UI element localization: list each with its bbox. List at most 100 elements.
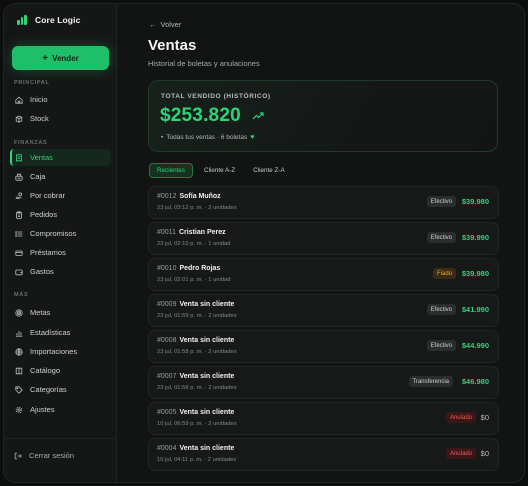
sidebar-item-inicio[interactable]: Inicio (10, 91, 111, 108)
sale-row[interactable]: #0004 Venta sin cliente 10 jul, 04:11 p. m… (148, 438, 499, 471)
brand-name: Core Logic (35, 15, 81, 25)
logout-icon (14, 452, 22, 460)
sale-amount: $39.980 (461, 269, 489, 278)
hand-coin-icon (15, 192, 23, 200)
sidebar-item-label: Catálogo (30, 366, 61, 375)
cash-register-icon (15, 173, 23, 181)
home-icon (15, 96, 23, 104)
sidebar-divider (4, 438, 117, 439)
sidebar-item-catalogo[interactable]: Catálogo (10, 362, 111, 379)
sidebar-item-prestamos[interactable]: Préstamos (10, 244, 111, 261)
sale-customer: Venta sin cliente (179, 301, 235, 308)
sale-title: #0011 Cristian Perez (157, 229, 226, 236)
sale-row[interactable]: #0008 Venta sin cliente 23 jul, 01:58 p. m… (148, 330, 499, 363)
sale-number: #0008 (157, 337, 177, 344)
sale-amount: $0 (480, 449, 489, 458)
sort-tabs: Recientes Cliente A-Z Cliente Z-A (149, 163, 292, 178)
sidebar-item-label: Ventas (30, 153, 53, 162)
payment-method-badge: Transferencia (408, 376, 453, 387)
total-sold-note: • Todas tus ventas · 6 boletas ♥ (161, 134, 254, 141)
sale-row[interactable]: #0010 Pedro Rojas 23 jul, 02:01 p. m. · 1 … (148, 258, 499, 291)
sidebar-item-por-cobrar[interactable]: Por cobrar (10, 187, 111, 204)
sale-title: #0010 Pedro Rojas (157, 265, 220, 272)
sale-row[interactable]: #0005 Venta sin cliente 10 jul, 06:59 p. m… (148, 402, 499, 435)
sale-meta: 10 jul, 04:11 p. m. · 2 unidades (157, 457, 237, 463)
sale-customer: Cristian Perez (178, 229, 226, 236)
arrow-left-icon: ← (149, 20, 157, 29)
sale-meta: 10 jul, 06:59 p. m. · 2 unidades (157, 421, 237, 427)
sale-customer: Pedro Rojas (179, 265, 221, 272)
sale-number: #0011 (157, 229, 176, 236)
sale-title: #0005 Venta sin cliente (157, 409, 234, 416)
sidebar-item-ajustes[interactable]: Ajustes (10, 401, 111, 418)
list-icon (15, 230, 23, 238)
tab-cliente-a-z[interactable]: Cliente A-Z (197, 163, 242, 178)
sidebar-item-estadisticas[interactable]: Estadísticas (10, 324, 111, 341)
back-label: Volver (160, 20, 182, 29)
sale-row[interactable]: #0009 Venta sin cliente 23 jul, 01:59 p. m… (148, 294, 499, 327)
sidebar-item-label: Gastos (30, 267, 54, 276)
total-sold-label: TOTAL VENDIDO (HISTÓRICO) (161, 93, 271, 100)
payment-method-badge: Efectivo (426, 340, 456, 351)
sidebar-item-importaciones[interactable]: Importaciones (10, 343, 111, 360)
logout-button[interactable]: Cerrar sesión (14, 451, 74, 460)
sale-row[interactable]: #0007 Venta sin cliente 23 jul, 01:58 p. m… (148, 366, 499, 399)
section-label-principal: PRINCIPAL (14, 80, 50, 86)
heart-icon: ♥ (250, 134, 255, 141)
sale-title: #0007 Venta sin cliente (157, 373, 234, 380)
back-link[interactable]: ← Volver (149, 20, 181, 29)
sale-amount: $44.990 (461, 341, 489, 350)
sidebar-item-label: Estadísticas (30, 328, 71, 337)
total-sold-value: $253.820 (160, 105, 241, 126)
sidebar-item-label: Importaciones (30, 347, 78, 356)
sidebar-item-ventas[interactable]: Ventas (10, 149, 111, 166)
wallet-icon (15, 268, 23, 276)
payment-method-badge: Efectivo (426, 196, 456, 207)
sale-amount: $46.980 (461, 377, 489, 386)
total-sold-card: TOTAL VENDIDO (HISTÓRICO) $253.820 • Tod… (148, 80, 498, 152)
total-sold-note-text: Todas tus ventas · 6 boletas (166, 134, 248, 141)
sidebar-item-categorias[interactable]: Categorías (10, 381, 111, 398)
globe-icon (15, 347, 23, 356)
section-label-mas: MÁS (14, 292, 29, 298)
app-window: Core Logic + Vender PRINCIPAL Inicio Stoc… (3, 3, 525, 483)
payment-method-badge: Fiado (432, 268, 456, 279)
main-content: ← Volver Ventas Historial de boletas y a… (117, 4, 524, 482)
sale-customer: Sofía Muñoz (179, 193, 221, 200)
sale-row[interactable]: #0012 Sofía Muñoz 23 jul, 03:12 p. m. · 2 … (148, 186, 499, 219)
sidebar-item-stock[interactable]: Stock (10, 110, 111, 127)
payment-method-badge: Anulado (445, 412, 476, 423)
tab-cliente-z-a[interactable]: Cliente Z-A (246, 163, 292, 178)
sale-customer: Venta sin cliente (179, 409, 235, 416)
section-label-finanzas: FINANZAS (14, 140, 48, 146)
tag-icon (15, 385, 23, 394)
sidebar-item-label: Pedidos (30, 210, 58, 219)
sidebar-item-gastos[interactable]: Gastos (10, 263, 111, 280)
brand[interactable]: Core Logic (17, 15, 80, 25)
sell-button[interactable]: + Vender (12, 46, 109, 70)
sale-amount: $41.990 (461, 305, 489, 314)
sidebar-item-caja[interactable]: Caja (10, 168, 111, 185)
sidebar-item-label: Compromisos (30, 229, 77, 238)
page-title: Ventas (148, 37, 197, 54)
sidebar-item-compromisos[interactable]: Compromisos (10, 225, 111, 242)
clipboard-icon (15, 210, 23, 219)
sale-amount: $0 (480, 413, 489, 422)
sidebar-item-label: Inicio (30, 95, 48, 104)
page-subtitle: Historial de boletas y anulaciones (148, 59, 260, 68)
sidebar-item-pedidos[interactable]: Pedidos (10, 206, 111, 223)
payment-method-badge: Anulado (445, 448, 476, 459)
sidebar: Core Logic + Vender PRINCIPAL Inicio Stoc… (4, 4, 117, 482)
payment-method-badge: Efectivo (426, 232, 456, 243)
sale-number: #0007 (157, 373, 177, 380)
sale-amount: $39.980 (461, 197, 489, 206)
receipt-icon (15, 153, 23, 162)
target-icon (15, 308, 23, 317)
sidebar-item-metas[interactable]: Metas (10, 304, 111, 321)
tab-recientes[interactable]: Recientes (149, 163, 194, 178)
sidebar-item-label: Categorías (30, 385, 67, 394)
sale-row[interactable]: #0011 Cristian Perez 23 jul, 02:10 p. m. ·… (148, 222, 499, 255)
card-icon (15, 249, 23, 257)
sell-button-label: Vender (52, 53, 79, 63)
sale-number: #0004 (157, 445, 177, 452)
